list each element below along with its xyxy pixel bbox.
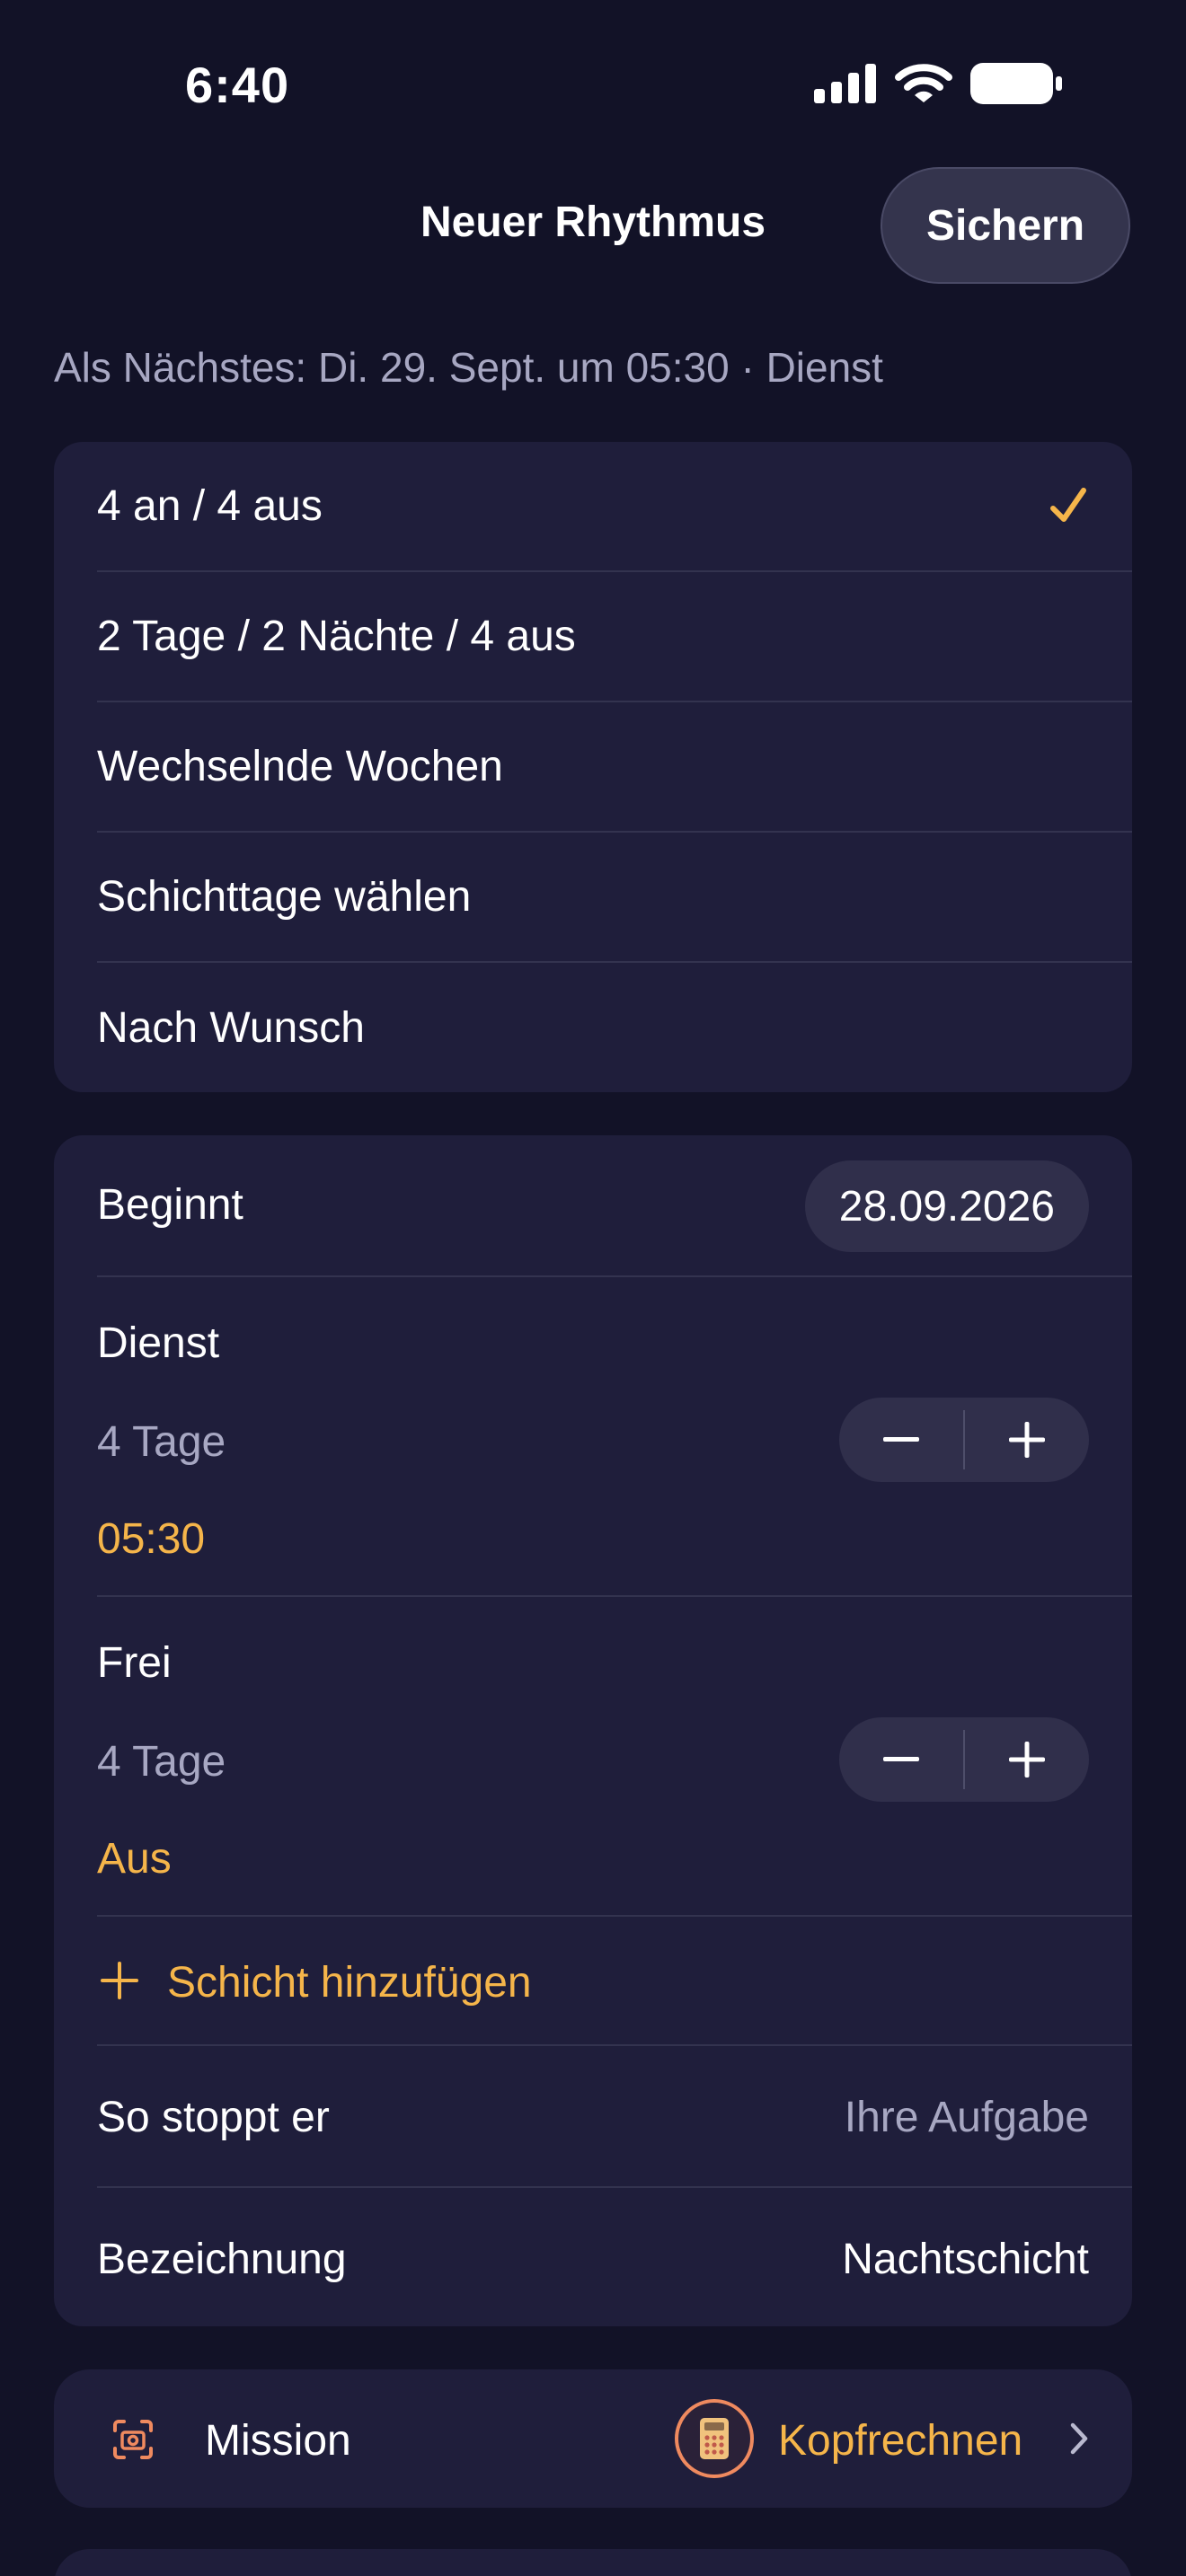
shift-name: Frei <box>97 1639 172 1687</box>
add-shift-label: Schicht hinzufügen <box>167 1959 532 2007</box>
decrement-button[interactable] <box>839 1717 963 1802</box>
battery-icon <box>970 63 1062 104</box>
pattern-option[interactable]: Schichttage wählen <box>97 833 1132 963</box>
pattern-options-card: 4 an / 4 aus 2 Tage / 2 Nächte / 4 aus W… <box>54 442 1132 1092</box>
checkmark-icon <box>1050 488 1086 522</box>
shift-row: Frei 4 Tage Aus <box>97 1597 1132 1917</box>
wifi-icon <box>895 64 952 102</box>
stop-condition-value: Ihre Aufgabe <box>844 2094 1089 2141</box>
mission-label: Mission <box>205 2417 351 2465</box>
camera-scan-icon <box>113 2420 153 2459</box>
name-label: Bezeichnung <box>97 2236 347 2283</box>
increment-button[interactable] <box>965 1717 1089 1802</box>
minus-icon <box>883 1757 919 1761</box>
pattern-option-label: 4 an / 4 aus <box>97 482 323 530</box>
status-time: 6:40 <box>185 57 290 113</box>
shift-time[interactable]: Aus <box>97 1834 172 1883</box>
shift-row: Dienst 4 Tage 05:30 <box>97 1277 1132 1597</box>
duration-stepper <box>839 1398 1089 1482</box>
screen: 6:40 Neuer Rhythmus Sichern Als Nächstes… <box>0 0 1186 2576</box>
shift-duration: 4 Tage <box>97 1418 226 1466</box>
plus-icon <box>101 1962 138 1999</box>
shift-time[interactable]: 05:30 <box>97 1514 205 1564</box>
pattern-option-label: 2 Tage / 2 Nächte / 4 aus <box>97 613 576 660</box>
pattern-option[interactable]: Nach Wunsch <box>97 963 1132 1092</box>
start-date-picker[interactable]: 28.09.2026 <box>804 1160 1089 1252</box>
add-shift-button[interactable]: Schicht hinzufügen <box>97 1917 1132 2046</box>
shift-name: Dienst <box>97 1319 220 1367</box>
pattern-option-label: Nach Wunsch <box>97 1004 365 1052</box>
save-button[interactable]: Sichern <box>881 167 1130 284</box>
stop-condition-row[interactable]: So stoppt er Ihre Aufgabe <box>97 2046 1132 2188</box>
status-icons <box>814 63 1062 104</box>
next-occurrence-info: Als Nächstes: Di. 29. Sept. um 05:30 · D… <box>54 344 883 391</box>
increment-button[interactable] <box>965 1398 1089 1482</box>
decrement-button[interactable] <box>839 1398 963 1482</box>
duration-stepper <box>839 1717 1089 1802</box>
pattern-option-label: Schichttage wählen <box>97 873 472 921</box>
shift-settings-card: Beginnt 28.09.2026 Dienst 4 Tage 05:30 F… <box>54 1135 1132 2326</box>
pattern-option-label: Wechselnde Wochen <box>97 743 503 790</box>
next-card[interactable] <box>54 2549 1132 2576</box>
calculator-icon <box>675 2399 754 2478</box>
name-row[interactable]: Bezeichnung Nachtschicht <box>97 2188 1132 2326</box>
pattern-option[interactable]: 2 Tage / 2 Nächte / 4 aus <box>97 572 1132 702</box>
chevron-right-icon <box>1070 2422 1088 2455</box>
start-date-row: Beginnt 28.09.2026 <box>97 1135 1132 1277</box>
signal-icon <box>814 64 876 103</box>
plus-icon <box>1009 1422 1045 1458</box>
start-date-label: Beginnt <box>97 1181 243 1229</box>
shift-duration: 4 Tage <box>97 1738 226 1786</box>
mission-row[interactable]: Mission Kopfrechnen <box>54 2369 1132 2508</box>
stop-condition-label: So stoppt er <box>97 2094 330 2141</box>
pattern-option[interactable]: 4 an / 4 aus <box>97 442 1132 572</box>
name-value: Nachtschicht <box>842 2236 1089 2283</box>
mission-value: Kopfrechnen <box>778 2417 1023 2465</box>
plus-icon <box>1009 1742 1045 1778</box>
pattern-option[interactable]: Wechselnde Wochen <box>97 702 1132 833</box>
minus-icon <box>883 1437 919 1442</box>
